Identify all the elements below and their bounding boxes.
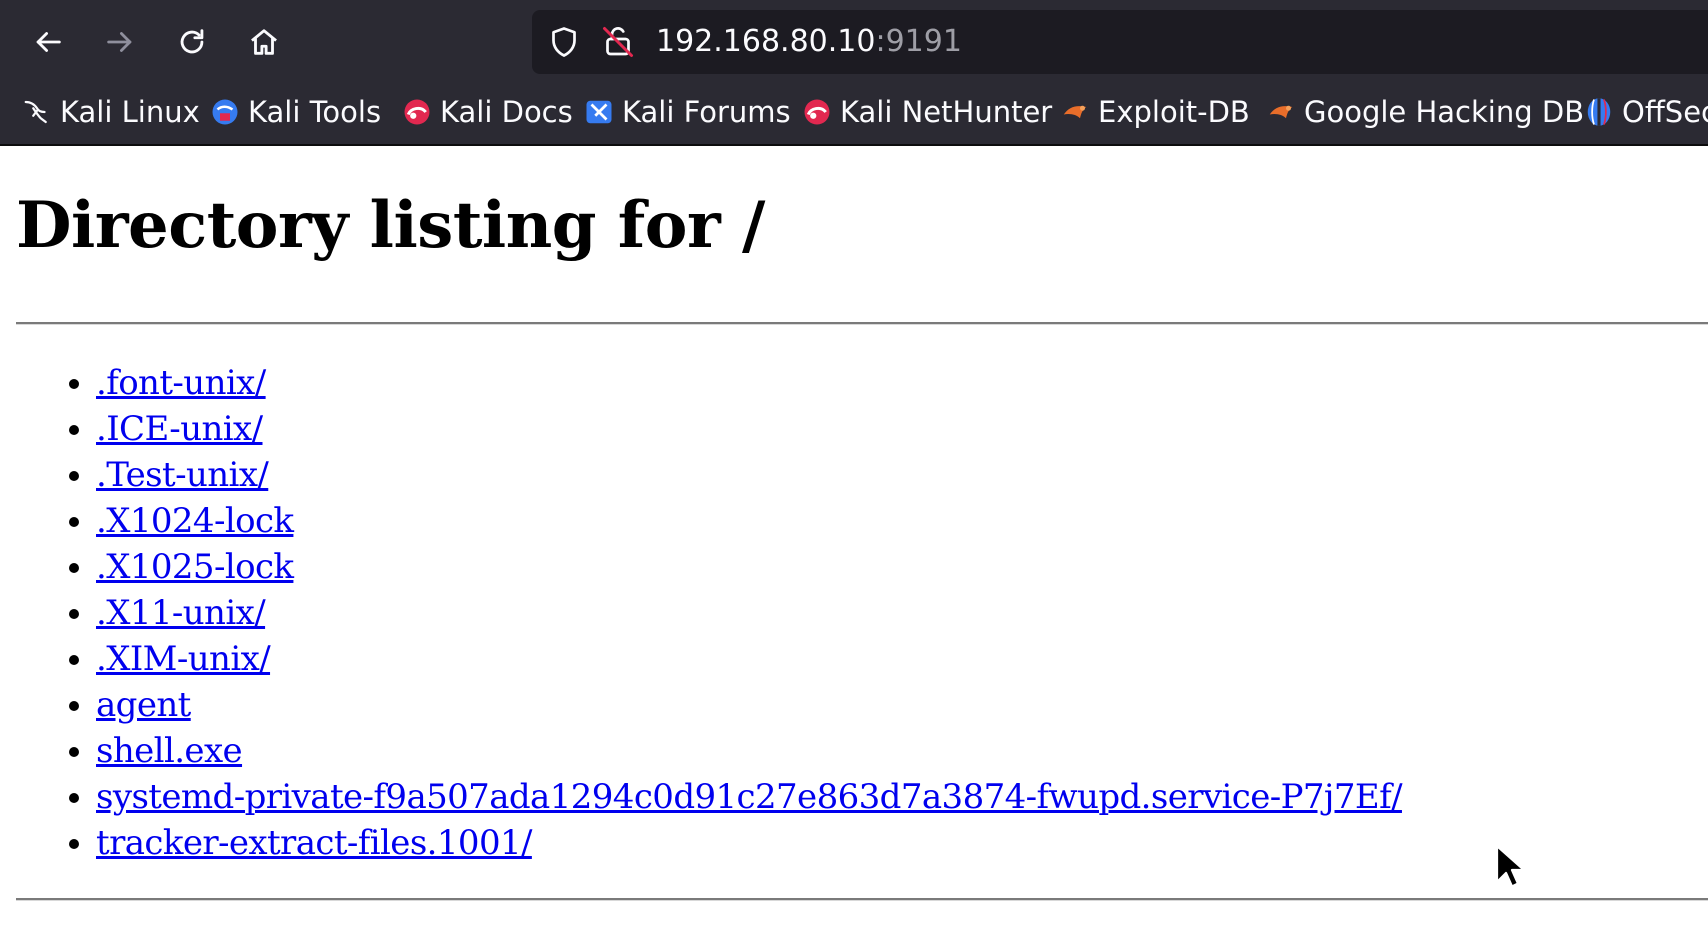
bookmark-kali-nethunter[interactable]: Kali NetHunter — [802, 92, 1052, 132]
mouse-pointer-icon — [1495, 844, 1524, 888]
file-link[interactable]: .Test-unix/ — [96, 455, 269, 495]
url-bar[interactable]: 192.168.80.10:9191 — [532, 10, 1708, 74]
ghdb-icon — [1266, 97, 1296, 127]
list-item: .Test-unix/ — [96, 452, 1402, 498]
bookmark-label: Kali Linux — [60, 95, 200, 129]
list-item: agent — [96, 682, 1402, 728]
file-link[interactable]: systemd-private-f9a507ada1294c0d91c27e86… — [96, 777, 1403, 817]
exploit-db-icon — [1060, 97, 1090, 127]
file-link[interactable]: agent — [96, 685, 191, 725]
reload-button[interactable] — [170, 20, 214, 64]
kali-forums-icon — [584, 97, 614, 127]
home-icon — [251, 29, 277, 55]
file-link[interactable]: .X1025-lock — [96, 547, 294, 587]
file-link[interactable]: .X11-unix/ — [96, 593, 266, 633]
directory-list: .font-unix/ .ICE-unix/ .Test-unix/ .X1024-l… — [0, 360, 1403, 866]
url-port: :9191 — [875, 24, 962, 59]
browser-toolbar: 192.168.80.10:9191 — [0, 0, 1708, 78]
kali-tools-icon — [210, 97, 240, 127]
bookmark-kali-linux[interactable]: Kali Linux — [22, 92, 200, 132]
page-content: Directory listing for / .font-unix/ .ICE-… — [0, 146, 1708, 932]
bookmark-label: Kali Docs — [440, 95, 573, 129]
file-link[interactable]: tracker-extract-files.1001/ — [96, 823, 532, 863]
list-item: .X11-unix/ — [96, 590, 1402, 636]
shield-icon[interactable] — [546, 24, 582, 60]
insecure-lock-icon[interactable] — [600, 24, 636, 60]
bookmark-label: Google Hacking DB — [1304, 95, 1585, 129]
forward-button[interactable] — [98, 20, 142, 64]
list-item: .ICE-unix/ — [96, 406, 1402, 452]
kali-nethunter-icon — [802, 97, 832, 127]
arrow-right-icon — [107, 32, 132, 52]
file-link[interactable]: shell.exe — [96, 731, 243, 771]
list-item: tracker-extract-files.1001/ — [96, 820, 1402, 866]
back-button[interactable] — [26, 20, 70, 64]
list-item: systemd-private-f9a507ada1294c0d91c27e86… — [96, 774, 1403, 820]
bookmark-google-hacking-db[interactable]: Google Hacking DB — [1266, 92, 1584, 132]
bookmark-kali-docs[interactable]: Kali Docs — [402, 92, 573, 132]
bookmark-label: Kali Tools — [248, 95, 382, 129]
list-item: shell.exe — [96, 728, 1402, 774]
bottom-divider — [16, 898, 1708, 901]
arrow-left-icon — [36, 32, 61, 52]
list-item: .XIM-unix/ — [96, 636, 1402, 682]
top-divider — [16, 322, 1708, 325]
bookmark-exploit-db[interactable]: Exploit-DB — [1060, 92, 1250, 132]
bookmark-label: Kali NetHunter — [840, 95, 1053, 129]
bookmarks-toolbar: Kali Linux Kali Tools Kali Docs Kali For… — [0, 78, 1708, 146]
kali-dragon-icon — [22, 97, 52, 127]
url-host: 192.168.80.10 — [656, 24, 876, 59]
offsec-icon — [1584, 97, 1614, 127]
home-button[interactable] — [242, 20, 286, 64]
list-item: .X1025-lock — [96, 544, 1402, 590]
page-title: Directory listing for / — [16, 188, 765, 263]
file-link[interactable]: .ICE-unix/ — [96, 409, 263, 449]
list-item: .X1024-lock — [96, 498, 1402, 544]
file-link[interactable]: .X1024-lock — [96, 501, 294, 541]
file-link[interactable]: .font-unix/ — [96, 363, 266, 403]
bookmark-kali-forums[interactable]: Kali Forums — [584, 92, 791, 132]
reload-icon — [180, 29, 204, 54]
bookmark-label: Exploit-DB — [1098, 95, 1250, 129]
url-text[interactable]: 192.168.80.10:9191 — [656, 23, 962, 61]
file-link[interactable]: .XIM-unix/ — [96, 639, 271, 679]
list-item: .font-unix/ — [96, 360, 1402, 406]
bookmark-label: OffSec — [1622, 95, 1708, 129]
bookmark-kali-tools[interactable]: Kali Tools — [210, 92, 381, 132]
bookmark-label: Kali Forums — [622, 95, 791, 129]
bookmark-offsec[interactable]: OffSec — [1584, 92, 1708, 132]
kali-docs-icon — [402, 97, 432, 127]
